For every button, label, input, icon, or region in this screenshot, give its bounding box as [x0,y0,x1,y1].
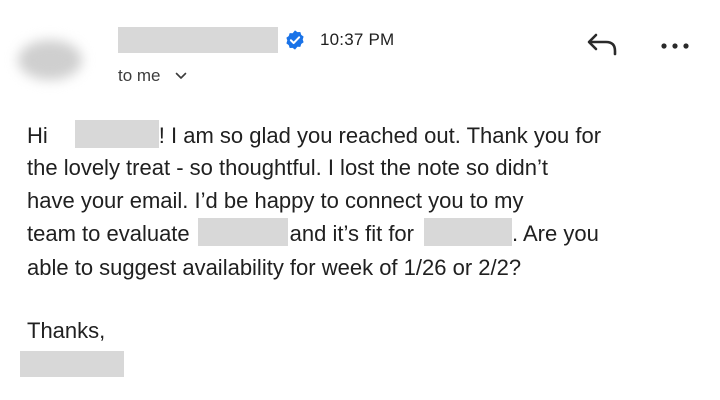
sender-name-redacted [118,27,278,53]
recipient-name-redacted [74,120,159,148]
recipient-label: to me [118,66,161,85]
product-name-redacted [197,218,288,246]
reply-icon[interactable] [586,32,620,56]
verified-badge-icon [286,30,304,50]
more-options-icon[interactable] [660,42,690,50]
message-line: the lovely treat - so thoughtful. I lost… [27,150,548,186]
message-text: able to suggest availability for week of… [27,255,522,280]
message-line: have your email. I’d be happy to connect… [27,183,524,219]
message-time: 10:37 PM [320,30,395,49]
message-text: and it’s fit for [289,221,414,246]
greeting-text: Hi [27,123,48,148]
message-text: have your email. I’d be happy to connect… [27,188,524,213]
company-name-redacted [424,218,512,246]
message-text: the lovely treat - so thoughtful. I lost… [27,155,548,180]
signature-redacted [20,351,124,377]
sender-avatar [18,40,82,80]
message-text: ! I am so glad you reached out. Thank yo… [158,123,602,148]
message-line: able to suggest availability for week of… [27,250,521,286]
message-text: team to evaluate [27,221,190,246]
message-line: Hi ! I am so glad you reached out. Thank … [27,118,601,154]
message-line: team to evaluate and it’s fit for . Are yo… [27,216,599,252]
recipient-toggle[interactable]: to me [118,66,187,86]
message-text: . Are you [512,221,599,246]
chevron-down-icon [175,72,186,79]
closing-text: Thanks, [27,318,106,343]
